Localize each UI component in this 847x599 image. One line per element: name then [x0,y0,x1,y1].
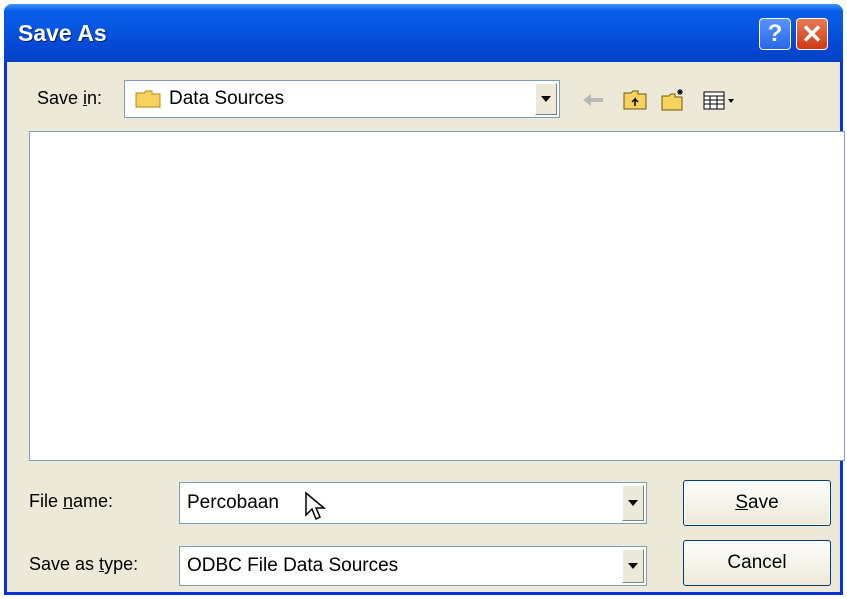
back-arrow-icon[interactable] [579,87,607,113]
close-button[interactable]: ✕ [796,18,828,50]
save-in-value: Data Sources [169,88,285,109]
save-button[interactable]: Save [683,480,831,526]
help-button[interactable]: ? [759,18,791,50]
save-as-dialog: Save As ? ✕ Save in: Data Sources File n… [4,4,845,595]
file-name-value: Percobaan [187,492,279,513]
chevron-down-icon[interactable] [622,485,644,521]
window-title: Save As [18,20,107,46]
file-list-area[interactable] [29,131,845,461]
save-in-label: Save in: [37,88,103,108]
cancel-button-label: Cancel [727,552,787,573]
view-menu-icon[interactable] [700,87,740,113]
new-folder-icon[interactable] [660,87,688,113]
title-bar[interactable]: Save As ? ✕ [4,4,843,62]
chevron-down-icon[interactable] [535,83,557,115]
help-icon: ? [767,20,783,47]
mouse-cursor-icon [304,491,328,528]
save-in-dropdown[interactable]: Data Sources [124,80,560,118]
up-folder-icon[interactable] [621,87,649,113]
save-as-type-dropdown[interactable]: ODBC File Data Sources [179,546,647,586]
save-button-label: Save [735,492,779,513]
cancel-button[interactable]: Cancel [683,540,831,586]
file-name-label: File name: [29,491,114,511]
save-as-type-label: Save as type: [29,554,139,574]
chevron-down-icon[interactable] [622,549,644,583]
save-as-type-value: ODBC File Data Sources [187,555,399,576]
file-name-input[interactable]: Percobaan [179,482,647,524]
folder-icon [135,89,161,114]
close-icon: ✕ [801,18,823,49]
